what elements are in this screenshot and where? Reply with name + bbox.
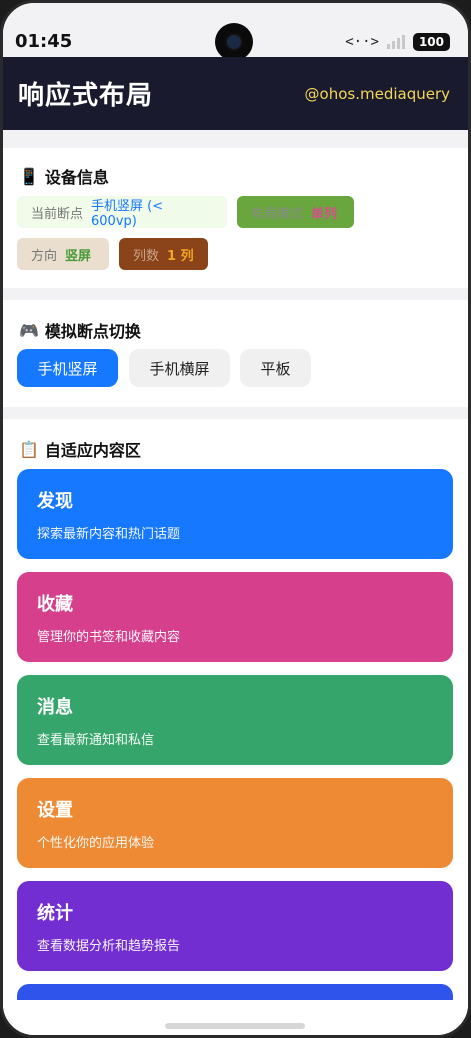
gamepad-icon: 🎮: [19, 320, 39, 340]
card-stats[interactable]: 统计 查看数据分析和趋势报告: [17, 881, 453, 971]
phone-screen: 01:45 <··> 100 响应式布局 @ohos.mediaquery 📱 …: [0, 0, 471, 1038]
front-camera: [215, 23, 253, 61]
device-info-title: 📱 设备信息: [19, 166, 109, 188]
breakpoint-phone-portrait-button[interactable]: 手机竖屏: [17, 349, 118, 387]
card-favorites[interactable]: 收藏 管理你的书签和收藏内容: [17, 572, 453, 662]
card-settings[interactable]: 设置 个性化你的应用体验: [17, 778, 453, 868]
status-icons: <··> 100: [345, 33, 450, 51]
status-time: 01:45: [15, 31, 73, 52]
device-info-section: 📱 设备信息 当前断点 手机竖屏 (< 600vp) 布局模式 单列 方向 竖屏…: [3, 148, 468, 288]
header-subtitle: @ohos.mediaquery: [304, 84, 450, 103]
card-desc: 个性化你的应用体验: [37, 836, 155, 851]
card-desc: 查看数据分析和趋势报告: [37, 939, 181, 954]
breakpoint-title: 🎮 模拟断点切换: [19, 320, 141, 342]
card-discover[interactable]: 发现 探索最新内容和热门话题: [17, 469, 453, 559]
card-desc: 查看最新通知和私信: [37, 733, 155, 748]
app-header: 响应式布局 @ohos.mediaquery: [3, 57, 468, 130]
card-desc: 探索最新内容和热门话题: [37, 527, 181, 542]
chip-breakpoint: 当前断点 手机竖屏 (< 600vp): [17, 196, 227, 229]
chip-columns: 列数 1 列: [119, 238, 208, 270]
breakpoint-phone-landscape-button[interactable]: 手机横屏: [129, 349, 230, 387]
card-title: 发现: [37, 491, 73, 512]
card-desc: 管理你的书签和收藏内容: [37, 630, 181, 645]
card-title: 消息: [37, 697, 73, 718]
network-icon: <··>: [345, 34, 379, 50]
card-title: 收藏: [37, 594, 73, 615]
card-messages[interactable]: 消息 查看最新通知和私信: [17, 675, 453, 765]
bottom-bar: [3, 1000, 468, 1035]
clipboard-icon: 📋: [19, 439, 39, 459]
page-title: 响应式布局: [18, 81, 154, 111]
status-bar: 01:45 <··> 100: [3, 3, 468, 61]
home-indicator[interactable]: [165, 1023, 305, 1029]
chip-orientation: 方向 竖屏: [17, 238, 109, 270]
signal-icon: [386, 35, 405, 49]
card-title: 设置: [37, 800, 73, 821]
breakpoint-tablet-button[interactable]: 平板: [240, 349, 311, 387]
card-title: 统计: [37, 903, 73, 924]
phone-icon: 📱: [19, 166, 39, 186]
battery-icon: 100: [412, 33, 450, 51]
adaptive-title: 📋 自适应内容区: [19, 439, 141, 461]
chip-layout-mode: 布局模式 单列: [237, 196, 354, 228]
